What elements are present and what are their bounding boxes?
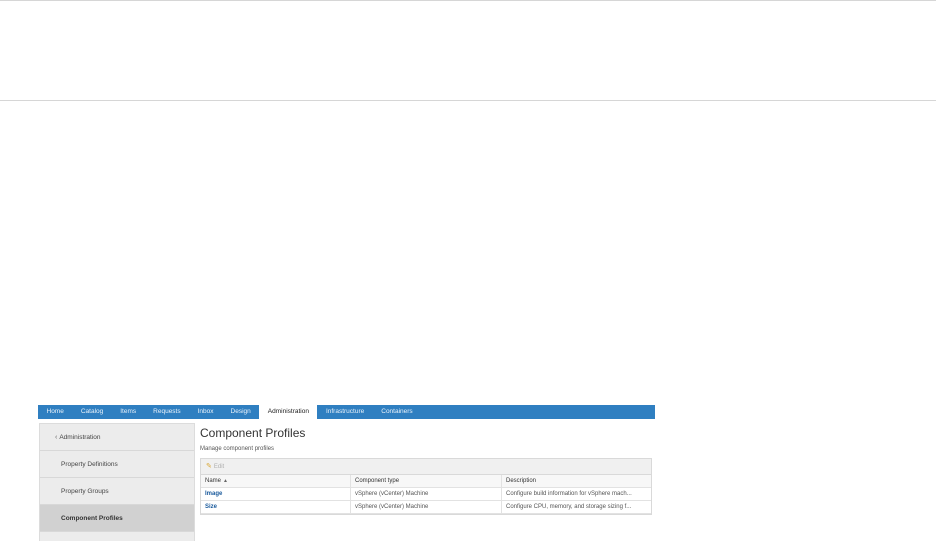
table-row[interactable]: Image vSphere (vCenter) Machine Configur… [201, 488, 651, 501]
column-header-component-type[interactable]: Component type [351, 475, 502, 487]
sidebar-item-property-definitions[interactable]: Property Definitions [40, 451, 194, 478]
table-cell-type: vSphere (vCenter) Machine [351, 501, 502, 513]
profile-link-image[interactable]: Image [205, 491, 222, 497]
table-cell-type: vSphere (vCenter) Machine [351, 488, 502, 500]
nav-tab-items[interactable]: Items [112, 405, 145, 419]
sidebar-item-component-profiles[interactable]: Component Profiles [40, 505, 194, 532]
table-cell-name: Image [201, 488, 351, 500]
edit-button[interactable]: ✎ Edit [206, 463, 225, 470]
profile-link-size[interactable]: Size [205, 504, 217, 510]
column-header-name[interactable]: Name ▲ [201, 475, 351, 487]
profiles-table: ✎ Edit Name ▲ Component type Description I… [200, 458, 652, 515]
table-header-row: Name ▲ Component type Description [201, 475, 651, 488]
column-header-description[interactable]: Description [502, 475, 651, 487]
nav-tab-design[interactable]: Design [222, 405, 259, 419]
edit-button-label: Edit [213, 464, 225, 470]
main-content: Component Profiles Manage component prof… [200, 423, 652, 541]
nav-tab-catalog[interactable]: Catalog [72, 405, 111, 419]
column-header-name-label: Name [205, 478, 222, 484]
nav-tab-administration[interactable]: Administration [259, 405, 318, 419]
sidebar-back-administration[interactable]: ‹ Administration [40, 424, 194, 451]
nav-tab-inbox[interactable]: Inbox [189, 405, 222, 419]
top-divider [0, 0, 936, 1]
sort-ascending-icon: ▲ [223, 478, 228, 484]
page-subtitle: Manage component profiles [200, 446, 275, 452]
sidebar-back-label: Administration [59, 434, 101, 441]
sidebar-item-property-groups[interactable]: Property Groups [40, 478, 194, 505]
page-title: Component Profiles [200, 426, 306, 440]
nav-tab-requests[interactable]: Requests [145, 405, 189, 419]
header-divider [0, 100, 936, 101]
table-row[interactable]: Size vSphere (vCenter) Machine Configure… [201, 501, 651, 514]
table-cell-description: Configure build information for vSphere … [506, 491, 632, 497]
top-nav-bar: Home Catalog Items Requests Inbox Design… [38, 405, 655, 419]
chevron-left-icon: ‹ [55, 434, 58, 441]
nav-tab-containers[interactable]: Containers [373, 405, 421, 419]
nav-tab-infrastructure[interactable]: Infrastructure [317, 405, 372, 419]
sidebar: ‹ Administration Property Definitions Pro… [39, 423, 195, 541]
app-window: Home Catalog Items Requests Inbox Design… [38, 405, 655, 541]
pencil-icon: ✎ [206, 463, 212, 470]
table-cell-description: Configure CPU, memory, and storage sizin… [506, 504, 632, 510]
table-cell-name: Size [201, 501, 351, 513]
table-toolbar: ✎ Edit [201, 458, 651, 475]
nav-tab-home[interactable]: Home [38, 405, 72, 419]
